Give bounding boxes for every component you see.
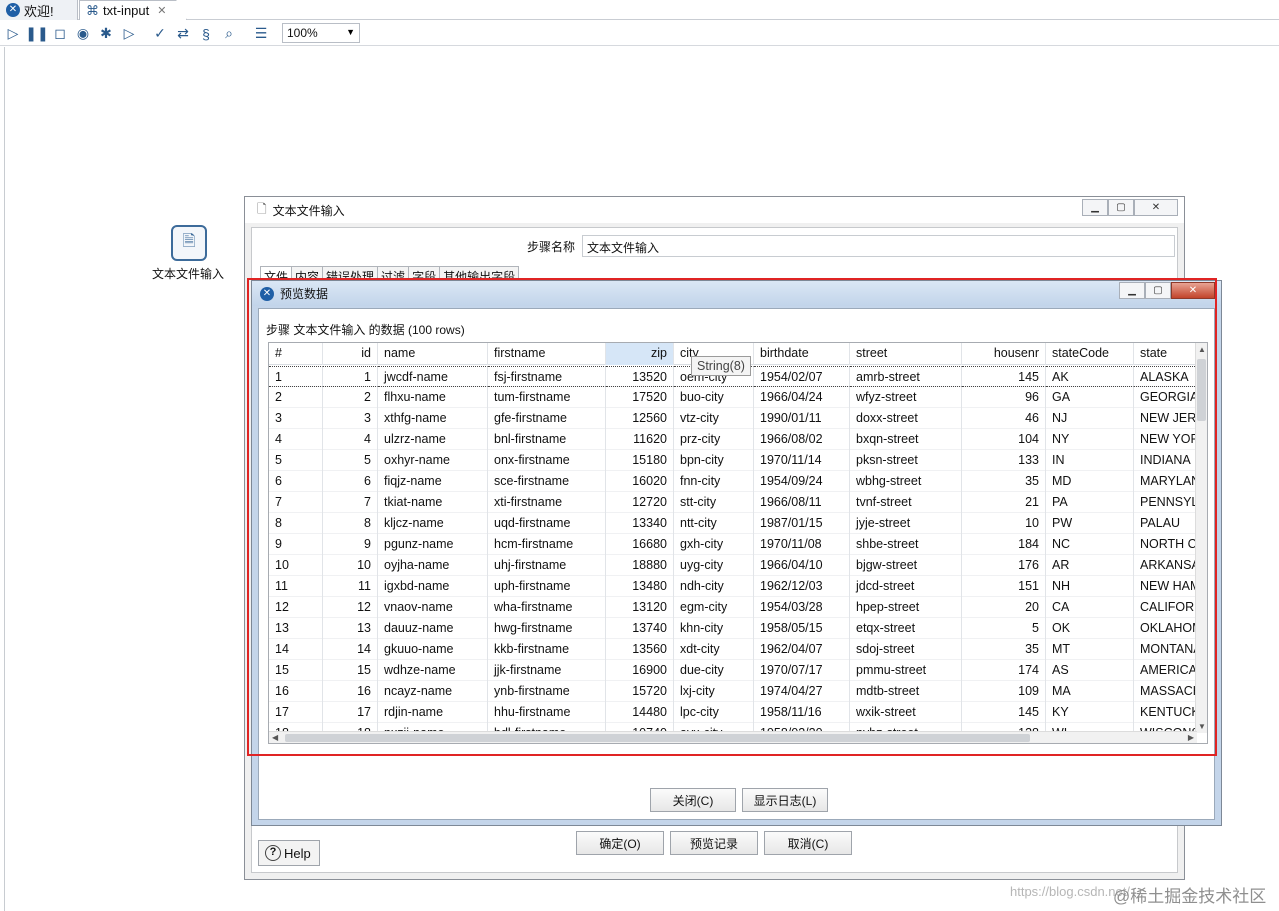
replay-icon[interactable]: ▷ bbox=[120, 25, 138, 42]
editor-tab-bar: ✕ 欢迎! ⌘ txt-input ✕ bbox=[0, 0, 1279, 20]
maximize-button[interactable]: ▢ bbox=[1108, 199, 1134, 216]
text-file-input-step-icon[interactable]: 🗎 bbox=[171, 225, 207, 261]
watermark-brand: @稀土掘金技术社区 bbox=[1113, 887, 1267, 906]
document-icon: 🗋 bbox=[257, 201, 267, 216]
pause-icon[interactable]: ❚❚ bbox=[25, 25, 48, 42]
run-icon[interactable]: ▷ bbox=[4, 25, 22, 42]
tab-txt-input-label: txt-input bbox=[103, 3, 150, 18]
close-tab-icon[interactable]: ✕ bbox=[157, 4, 166, 17]
dialog-title-bar: 🗋 文本文件输入 ▁ ▢ ✕ bbox=[245, 197, 1184, 223]
kettle-icon: ✕ bbox=[6, 3, 20, 17]
cancel-button[interactable]: 取消(C) bbox=[764, 831, 852, 855]
close-button[interactable]: ✕ bbox=[1134, 199, 1178, 216]
step-label: 文本文件输入 bbox=[152, 267, 225, 281]
zoom-select[interactable]: 100% ▼ bbox=[282, 23, 360, 43]
zoom-value: 100% bbox=[287, 26, 318, 40]
transformation-icon: ⌘ bbox=[86, 2, 99, 18]
verify-icon[interactable]: ✓ bbox=[151, 25, 169, 42]
preview-records-button[interactable]: 预览记录 bbox=[670, 831, 758, 855]
preview-icon[interactable]: ◉ bbox=[74, 25, 92, 42]
tab-txt-input[interactable]: ⌘ txt-input ✕ bbox=[79, 0, 187, 20]
transformation-toolbar: ▷ ❚❚ ◻ ◉ ✱ ▷ ✓ ⇄ § ⌕ ☰ 100% ▼ bbox=[0, 21, 1279, 46]
explore-db-icon[interactable]: ⌕ bbox=[220, 25, 238, 42]
minimize-button[interactable]: ▁ bbox=[1082, 199, 1108, 216]
step-name-input[interactable]: 文本文件输入 bbox=[582, 235, 1175, 257]
close-preview-button[interactable]: 关闭(C) bbox=[650, 788, 736, 812]
chevron-down-icon: ▼ bbox=[346, 27, 355, 37]
watermark-url: https://blog.csdn.net/ bbox=[1010, 884, 1130, 899]
stop-icon[interactable]: ◻ bbox=[51, 25, 69, 42]
debug-icon[interactable]: ✱ bbox=[97, 25, 115, 42]
impact-icon[interactable]: ⇄ bbox=[174, 25, 192, 42]
help-icon: ? bbox=[265, 845, 281, 861]
help-label: Help bbox=[284, 845, 311, 861]
red-highlight-box bbox=[247, 278, 1217, 756]
show-log-button[interactable]: 显示日志(L) bbox=[742, 788, 828, 812]
ok-button[interactable]: 确定(O) bbox=[576, 831, 664, 855]
tab-welcome[interactable]: ✕ 欢迎! bbox=[0, 0, 78, 20]
sql-icon[interactable]: § bbox=[197, 25, 215, 42]
dialog-title: 文本文件输入 bbox=[272, 203, 345, 218]
tab-welcome-label: 欢迎! bbox=[24, 3, 54, 19]
help-button[interactable]: ? Help bbox=[258, 840, 320, 866]
step-name-label: 步骤名称 bbox=[527, 240, 576, 254]
show-results-icon[interactable]: ☰ bbox=[252, 25, 270, 42]
